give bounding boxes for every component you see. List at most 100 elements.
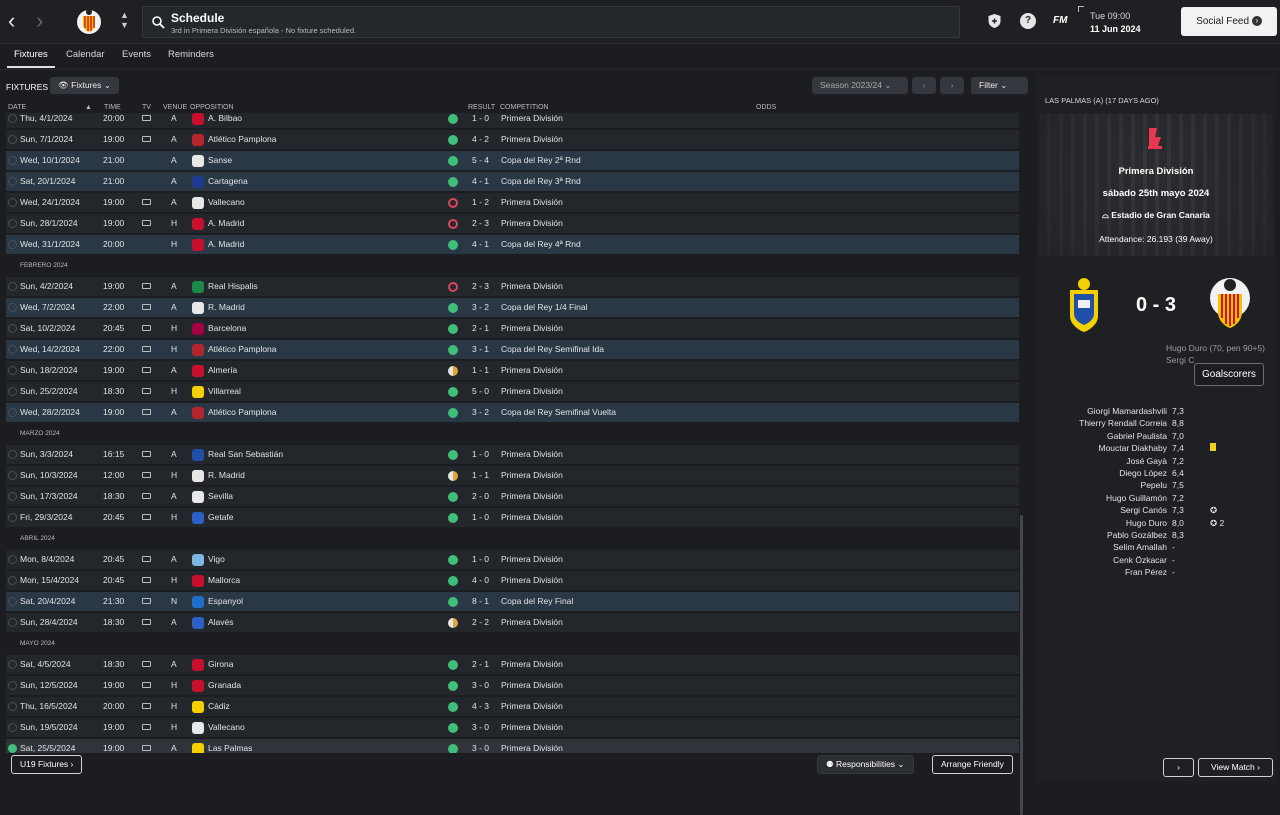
player-row[interactable]: Mouctar Diakhaby 7,4 [1036, 443, 1276, 455]
table-row[interactable]: Sun, 4/2/2024 19:00 A Real Hispalis 2 - 3 Pri… [6, 277, 1019, 297]
fixture-result[interactable]: 2 - 1 [472, 655, 489, 674]
player-name[interactable]: Selim Amallah [1113, 542, 1167, 552]
fixture-result[interactable]: 4 - 0 [472, 571, 489, 590]
opponent-name[interactable]: Sanse [208, 151, 232, 170]
table-row[interactable]: Sun, 7/1/2024 19:00 A Atlético Pamplona 4 - … [6, 130, 1019, 150]
fixture-result[interactable]: 2 - 2 [472, 613, 489, 632]
opponent-name[interactable]: Espanyol [208, 592, 243, 611]
table-row[interactable]: Wed, 7/2/2024 22:00 A R. Madrid 3 - 2 Copa de… [6, 298, 1019, 318]
filter-dropdown[interactable]: Filter ⌄ [971, 77, 1028, 94]
opponent-crest-icon[interactable] [192, 512, 204, 524]
table-row[interactable]: Wed, 31/1/2024 20:00 H A. Madrid 4 - 1 Copa d… [6, 235, 1019, 255]
player-name[interactable]: Giorgi Mamardashvili [1087, 406, 1167, 416]
fixture-result[interactable]: 4 - 2 [472, 130, 489, 149]
player-row[interactable]: José Gayà 7,2 [1036, 456, 1276, 468]
player-name[interactable]: Diego López [1119, 468, 1167, 478]
valencia-crest-icon[interactable] [1208, 276, 1252, 336]
fixture-result[interactable]: 1 - 0 [472, 113, 489, 128]
opponent-crest-icon[interactable] [192, 554, 204, 566]
fm-logo[interactable]: FM [1053, 15, 1067, 26]
prev-season-button[interactable]: ‹ [912, 77, 936, 94]
fixture-competition[interactable]: Primera División [501, 487, 563, 506]
fixture-result[interactable]: 1 - 0 [472, 508, 489, 527]
player-row[interactable]: Pepelu 7,5 [1036, 480, 1276, 492]
opponent-crest-icon[interactable] [192, 239, 204, 251]
table-row[interactable]: Sun, 28/1/2024 19:00 H A. Madrid 2 - 3 Primer… [6, 214, 1019, 234]
fixture-result[interactable]: 1 - 1 [472, 361, 489, 380]
fixture-competition[interactable]: Primera División [501, 466, 563, 485]
opponent-name[interactable]: Villarreal [208, 382, 241, 401]
fixture-result[interactable]: 1 - 0 [472, 550, 489, 569]
opponent-name[interactable]: Atlético Pamplona [208, 130, 277, 149]
opponent-crest-icon[interactable] [192, 281, 204, 293]
opponent-crest-icon[interactable] [192, 218, 204, 230]
player-row[interactable]: Hugo Guillamón 7,2 [1036, 493, 1276, 505]
opponent-name[interactable]: Vallecano [208, 718, 245, 737]
fixture-competition[interactable]: Primera División [501, 277, 563, 296]
table-row[interactable]: Sat, 4/5/2024 18:30 A Girona 2 - 1 Primera Di… [6, 655, 1019, 675]
opponent-crest-icon[interactable] [192, 302, 204, 314]
opponent-name[interactable]: Almería [208, 361, 237, 380]
fixtures-view-dropdown[interactable]: 👁 Fixtures ⌄ [50, 77, 119, 94]
fixture-result[interactable]: 8 - 1 [472, 592, 489, 611]
scrollbar[interactable] [1020, 515, 1023, 815]
fixture-result[interactable]: 4 - 1 [472, 235, 489, 254]
fixture-competition[interactable]: Primera División [501, 550, 563, 569]
table-row[interactable]: Sun, 19/5/2024 19:00 H Vallecano 3 - 0 Primer… [6, 718, 1019, 738]
table-row[interactable]: Sun, 25/2/2024 18:30 H Villarreal 5 - 0 Prime… [6, 382, 1019, 402]
player-row[interactable]: Selim Amallah - [1036, 542, 1276, 554]
opponent-name[interactable]: Sevilla [208, 487, 233, 506]
fixture-competition[interactable]: Copa del Rey Semifinal Ida [501, 340, 604, 359]
fixture-result[interactable]: 5 - 4 [472, 151, 489, 170]
opponent-name[interactable]: Barcelona [208, 319, 246, 338]
player-name[interactable]: Cenk Özkacar [1113, 555, 1167, 565]
fixture-result[interactable]: 3 - 0 [472, 676, 489, 695]
player-name[interactable]: Pepelu [1141, 480, 1167, 490]
fixture-result[interactable]: 2 - 3 [472, 214, 489, 233]
fixture-competition[interactable]: Primera División [501, 718, 563, 737]
opponent-name[interactable]: A. Madrid [208, 235, 244, 254]
opponent-name[interactable]: Real Hispalis [208, 277, 258, 296]
view-match-button[interactable]: View Match › [1198, 758, 1273, 777]
player-name[interactable]: Mouctar Diakhaby [1098, 443, 1167, 453]
fixture-competition[interactable]: Primera División [501, 613, 563, 632]
player-name[interactable]: Fran Pérez [1125, 567, 1167, 577]
table-row[interactable]: Sun, 12/5/2024 19:00 H Granada 3 - 0 Primera … [6, 676, 1019, 696]
tab-reminders[interactable]: Reminders [168, 49, 214, 60]
player-name[interactable]: Hugo Guillamón [1106, 493, 1167, 503]
next-match-button[interactable]: › [1163, 758, 1194, 777]
table-row[interactable]: Sun, 28/4/2024 18:30 A Alavés 2 - 2 Primera D… [6, 613, 1019, 633]
player-name[interactable]: Hugo Duro [1126, 518, 1167, 528]
fixture-competition[interactable]: Copa del Rey 4ª Rnd [501, 235, 581, 254]
fixture-result[interactable]: 4 - 3 [472, 697, 489, 716]
opponent-crest-icon[interactable] [192, 659, 204, 671]
player-row[interactable]: Diego López 6,4 [1036, 468, 1276, 480]
fixture-competition[interactable]: Copa del Rey 2ª Rnd [501, 151, 581, 170]
fixture-competition[interactable]: Copa del Rey Final [501, 592, 573, 611]
player-row[interactable]: Sergi Canós 7,3 ✪ [1036, 505, 1276, 517]
help-icon[interactable]: ? [1020, 13, 1036, 29]
fixture-result[interactable]: 1 - 0 [472, 445, 489, 464]
tab-events[interactable]: Events [122, 49, 151, 60]
opponent-crest-icon[interactable] [192, 197, 204, 209]
fixture-competition[interactable]: Primera División [501, 445, 563, 464]
col-venue[interactable]: VENUE [163, 104, 187, 111]
player-name[interactable]: Pablo Gozálbez [1107, 530, 1167, 540]
opponent-name[interactable]: A. Madrid [208, 214, 244, 233]
col-odds[interactable]: ODDS [756, 104, 776, 111]
shield-icon[interactable] [987, 13, 1002, 29]
fixture-competition[interactable]: Copa del Rey 3ª Rnd [501, 172, 581, 191]
opponent-crest-icon[interactable] [192, 134, 204, 146]
fixture-result[interactable]: 3 - 0 [472, 718, 489, 737]
opponent-crest-icon[interactable] [192, 407, 204, 419]
next-season-button[interactable]: › [940, 77, 964, 94]
table-row[interactable]: Wed, 10/1/2024 21:00 A Sanse 5 - 4 Copa del R… [6, 151, 1019, 171]
opponent-name[interactable]: Atlético Pamplona [208, 403, 277, 422]
player-row[interactable]: Gabriel Paulista 7,0 [1036, 431, 1276, 443]
opponent-name[interactable]: Cádiz [208, 697, 230, 716]
table-row[interactable]: Thu, 4/1/2024 20:00 A A. Bilbao 1 - 0 Primera… [6, 113, 1019, 129]
opponent-name[interactable]: Getafe [208, 508, 234, 527]
player-name[interactable]: Gabriel Paulista [1107, 431, 1167, 441]
player-name[interactable]: Thierry Rendall Correia [1079, 418, 1167, 428]
table-row[interactable]: Sat, 20/4/2024 21:30 N Espanyol 8 - 1 Copa de… [6, 592, 1019, 612]
